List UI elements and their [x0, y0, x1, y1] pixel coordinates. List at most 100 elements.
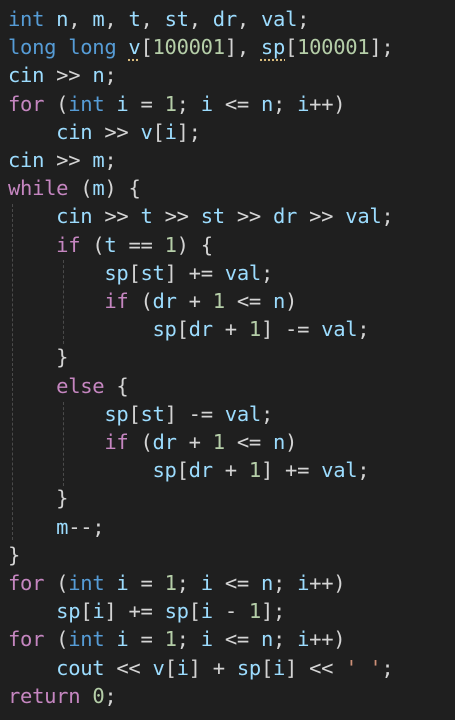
code-token: m	[92, 148, 105, 172]
code-token: i	[200, 571, 225, 595]
code-line: cin >> n;	[8, 61, 117, 89]
code-line: sp[dr + 1] -= val;	[8, 315, 370, 343]
code-token: ] -=	[260, 317, 322, 342]
code-token: 100001	[152, 35, 226, 60]
code-line: if (t == 1) {	[8, 231, 213, 259]
code-token: int	[68, 571, 105, 595]
code-token: m	[92, 176, 105, 201]
code-token: +	[224, 458, 249, 483]
code-token: st	[140, 401, 165, 426]
code-token: dr	[273, 204, 310, 229]
code-token: [	[164, 655, 177, 680]
code-token: m	[56, 514, 69, 539]
code-token: [	[260, 655, 273, 680]
code-token: ==	[128, 232, 165, 257]
code-token: i	[297, 627, 310, 652]
code-token: >>	[164, 204, 201, 229]
code-token: n	[260, 571, 274, 595]
code-token: i	[176, 655, 189, 680]
code-token: sp	[236, 655, 261, 680]
code-line: else {	[8, 372, 129, 400]
code-token: (	[44, 571, 69, 595]
code-editor[interactable]: int n, m, t, st, dr, val; long long v[100…	[0, 0, 455, 720]
code-token: ;	[104, 63, 117, 88]
code-token: >>	[309, 204, 346, 229]
code-token: val	[321, 458, 358, 483]
code-token: 1	[212, 430, 225, 454]
code-token: 1	[248, 599, 261, 624]
code-token: sp	[152, 317, 177, 342]
code-token: ];	[260, 599, 286, 624]
code-token: 1	[212, 289, 225, 313]
code-token: ;	[273, 91, 298, 116]
code-line: sp[st] -= val;	[8, 400, 273, 428]
code-line: }	[8, 343, 68, 371]
code-token: m	[92, 7, 105, 31]
code-token: st	[164, 7, 189, 31]
code-token: (	[44, 627, 69, 652]
code-token: n	[272, 289, 286, 313]
code-token: ,	[140, 7, 165, 31]
code-token: dr	[152, 430, 189, 454]
code-line: sp[i] += sp[i - 1];	[8, 597, 285, 625]
code-token: ];	[176, 119, 201, 144]
code-line: sp[st] += val;	[8, 259, 273, 287]
code-token: 1	[164, 571, 177, 595]
code-token: [	[128, 401, 141, 426]
code-line: }	[8, 541, 20, 569]
code-token: [	[80, 599, 93, 624]
code-token: +	[188, 289, 213, 313]
code-token: i	[200, 91, 225, 116]
code-token: =	[140, 627, 165, 652]
code-token: sp	[56, 599, 81, 624]
code-token: 1	[164, 91, 177, 116]
code-line: cin >> m;	[8, 146, 117, 174]
code-token: (	[80, 232, 105, 257]
code-token: ++)	[309, 627, 346, 652]
code-token: ,	[188, 7, 213, 31]
code-token: st	[200, 204, 237, 229]
code-token: ;	[260, 401, 273, 426]
code-line: cin >> v[i];	[8, 118, 201, 146]
code-token: <=	[224, 571, 261, 595]
code-token: dr	[212, 7, 237, 31]
code-token: if	[56, 232, 81, 257]
code-token: n	[272, 430, 286, 454]
code-token: 1	[248, 317, 261, 342]
code-token: ;	[104, 683, 117, 708]
code-token: v	[140, 119, 153, 144]
code-token: for	[8, 571, 45, 595]
code-token: dr	[152, 289, 189, 313]
code-token: val	[224, 260, 261, 285]
code-token: <<	[116, 655, 153, 680]
code-token: }	[8, 345, 69, 370]
code-token: n	[260, 627, 274, 652]
code-token: ] <<	[285, 655, 346, 680]
code-token: val	[321, 317, 358, 342]
code-token: >>	[56, 148, 93, 172]
code-token: )	[285, 430, 298, 454]
code-token: ;	[104, 148, 117, 172]
code-token: int	[68, 91, 105, 116]
code-token: n	[92, 63, 105, 88]
code-token: sp	[152, 458, 177, 483]
code-token: 1	[164, 232, 177, 257]
code-token: ++)	[309, 571, 346, 595]
code-token: t	[140, 204, 165, 229]
code-token: val	[260, 7, 298, 31]
code-token: ];	[369, 35, 394, 60]
code-token: [	[176, 458, 189, 483]
code-token: 1	[248, 458, 261, 483]
code-token: cin	[56, 204, 105, 229]
code-token: v	[128, 35, 141, 60]
code-token: sp	[164, 599, 189, 624]
code-token: <=	[224, 289, 273, 313]
